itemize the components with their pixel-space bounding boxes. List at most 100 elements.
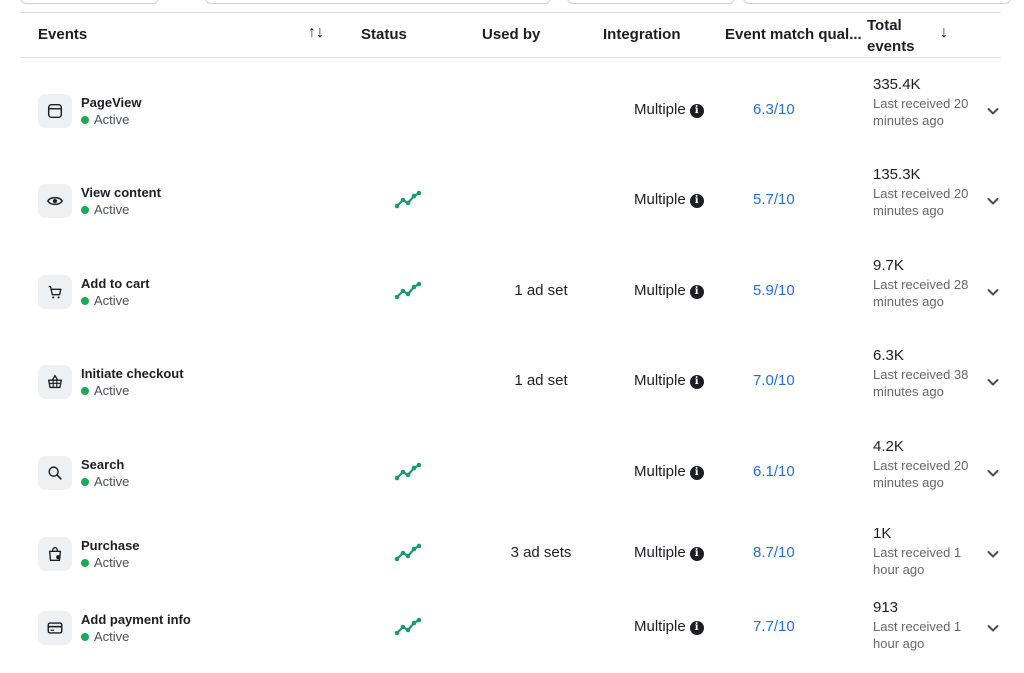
event-match-quality-value[interactable]: 5.7/10 bbox=[753, 191, 795, 208]
header-status[interactable]: Status bbox=[361, 26, 407, 43]
total-events-cell: 913 Last received 1 hour ago bbox=[873, 598, 973, 652]
header-total-line: Total bbox=[867, 17, 902, 34]
header-integration[interactable]: Integration bbox=[603, 26, 681, 43]
info-icon[interactable]: i bbox=[689, 621, 704, 635]
expand-chevron-icon[interactable] bbox=[984, 464, 1002, 482]
total-events-count: 9.7K bbox=[873, 257, 904, 274]
event-match-quality-value[interactable]: 6.3/10 bbox=[753, 101, 795, 118]
expand-chevron-icon[interactable] bbox=[984, 373, 1002, 391]
table-row[interactable]: Add to cart Active 1 ad set Multiple i 5.9/10… bbox=[20, 248, 1001, 336]
event-status: Active bbox=[81, 629, 129, 644]
event-status: Active bbox=[81, 112, 129, 127]
total-events-count: 6.3K bbox=[873, 347, 904, 364]
total-events-cell: 1K Last received 1 hour ago bbox=[873, 524, 973, 578]
event-status-label: Active bbox=[94, 112, 130, 127]
expand-chevron-icon[interactable] bbox=[984, 619, 1002, 637]
used-by-value[interactable]: 3 ad sets bbox=[496, 544, 586, 561]
trend-icon[interactable] bbox=[394, 281, 422, 301]
expand-chevron-icon[interactable] bbox=[984, 545, 1002, 563]
total-events-cell: 135.3K Last received 20 minutes ago bbox=[873, 165, 973, 219]
table-row[interactable]: Search Active Multiple i 6.1/10 4.2K Last rece… bbox=[20, 429, 1001, 517]
total-events-cell: 9.7K Last received 28 minutes ago bbox=[873, 256, 973, 310]
sort-icon[interactable]: ↑↓ bbox=[308, 24, 324, 42]
expand-chevron-icon[interactable] bbox=[984, 192, 1002, 210]
event-name[interactable]: Initiate checkout bbox=[81, 366, 184, 381]
last-received-text: Last received 20 minutes ago bbox=[873, 186, 969, 218]
last-received-text: Last received 20 minutes ago bbox=[873, 96, 969, 128]
active-status-dot bbox=[81, 116, 89, 124]
event-match-quality-value[interactable]: 7.7/10 bbox=[753, 618, 795, 635]
info-icon[interactable]: i bbox=[689, 466, 704, 480]
search-control[interactable] bbox=[205, 0, 551, 4]
filter-control[interactable] bbox=[567, 0, 735, 4]
event-status-label: Active bbox=[94, 629, 130, 644]
integration-value: Multiple i bbox=[634, 282, 704, 299]
total-events-count: 4.2K bbox=[873, 438, 904, 455]
total-events-count: 135.3K bbox=[873, 166, 921, 183]
table-row[interactable]: View content Active Multiple i 5.7/10 135.3K L… bbox=[20, 157, 1001, 245]
trend-icon[interactable] bbox=[394, 190, 422, 210]
header-used-by[interactable]: Used by bbox=[482, 26, 540, 43]
total-events-cell: 335.4K Last received 20 minutes ago bbox=[873, 75, 973, 129]
active-status-dot bbox=[81, 559, 89, 567]
event-name[interactable]: View content bbox=[81, 185, 161, 200]
last-received-text: Last received 38 minutes ago bbox=[873, 367, 969, 399]
header-event-match-quality[interactable]: Event match qual... bbox=[725, 26, 862, 43]
used-by-value[interactable]: 1 ad set bbox=[496, 282, 586, 299]
event-match-quality-value[interactable]: 8.7/10 bbox=[753, 544, 795, 561]
header-events[interactable]: Events bbox=[38, 26, 87, 43]
filter-control[interactable] bbox=[20, 0, 159, 4]
shopping-bag-icon bbox=[38, 537, 72, 571]
sort-descending-icon[interactable]: ↓ bbox=[940, 24, 948, 42]
event-match-quality-value[interactable]: 5.9/10 bbox=[753, 282, 795, 299]
info-icon[interactable]: i bbox=[689, 104, 704, 118]
header-total-events[interactable]: Total events bbox=[867, 15, 915, 57]
event-name[interactable]: Search bbox=[81, 457, 124, 472]
event-match-quality-value[interactable]: 7.0/10 bbox=[753, 372, 795, 389]
integration-value: Multiple i bbox=[634, 191, 704, 208]
event-name[interactable]: Add to cart bbox=[81, 276, 150, 291]
integration-label: Multiple bbox=[634, 282, 686, 299]
integration-value: Multiple i bbox=[634, 463, 704, 480]
event-status-label: Active bbox=[94, 383, 130, 398]
trend-icon[interactable] bbox=[394, 543, 422, 563]
eye-icon bbox=[38, 184, 72, 218]
used-by-value[interactable]: 1 ad set bbox=[496, 372, 586, 389]
table-row[interactable]: Add payment info Active Multiple i 7.7/10 913… bbox=[20, 584, 1001, 672]
event-status-label: Active bbox=[94, 474, 130, 489]
info-icon[interactable]: i bbox=[689, 194, 704, 208]
filter-control[interactable] bbox=[743, 0, 1011, 4]
integration-value: Multiple i bbox=[634, 544, 704, 561]
info-icon[interactable]: i bbox=[689, 285, 704, 299]
integration-value: Multiple i bbox=[634, 372, 704, 389]
top-filter-bar bbox=[0, 0, 1024, 4]
event-name[interactable]: Add payment info bbox=[81, 612, 191, 627]
active-status-dot bbox=[81, 206, 89, 214]
cart-icon bbox=[38, 275, 72, 309]
expand-chevron-icon[interactable] bbox=[984, 283, 1002, 301]
event-status: Active bbox=[81, 383, 129, 398]
info-icon[interactable]: i bbox=[689, 547, 704, 561]
credit-card-icon bbox=[38, 611, 72, 645]
active-status-dot bbox=[81, 633, 89, 641]
info-icon[interactable]: i bbox=[689, 375, 704, 389]
event-status: Active bbox=[81, 474, 129, 489]
total-events-count: 913 bbox=[873, 599, 899, 616]
event-status: Active bbox=[81, 202, 129, 217]
trend-icon[interactable] bbox=[394, 462, 422, 482]
event-status-label: Active bbox=[94, 202, 130, 217]
active-status-dot bbox=[81, 297, 89, 305]
active-status-dot bbox=[81, 387, 89, 395]
event-name[interactable]: PageView bbox=[81, 95, 141, 110]
integration-label: Multiple bbox=[634, 191, 686, 208]
table-row[interactable]: PageView Active Multiple i 6.3/10 335.4K Last … bbox=[20, 67, 1001, 155]
expand-chevron-icon[interactable] bbox=[984, 102, 1002, 120]
last-received-text: Last received 1 hour ago bbox=[873, 545, 962, 577]
search-icon bbox=[38, 456, 72, 490]
event-name[interactable]: Purchase bbox=[81, 538, 140, 553]
basket-icon bbox=[38, 365, 72, 399]
trend-icon[interactable] bbox=[394, 617, 422, 637]
integration-label: Multiple bbox=[634, 463, 686, 480]
event-match-quality-value[interactable]: 6.1/10 bbox=[753, 463, 795, 480]
table-row[interactable]: Initiate checkout Active 1 ad set Multiple i… bbox=[20, 338, 1001, 426]
